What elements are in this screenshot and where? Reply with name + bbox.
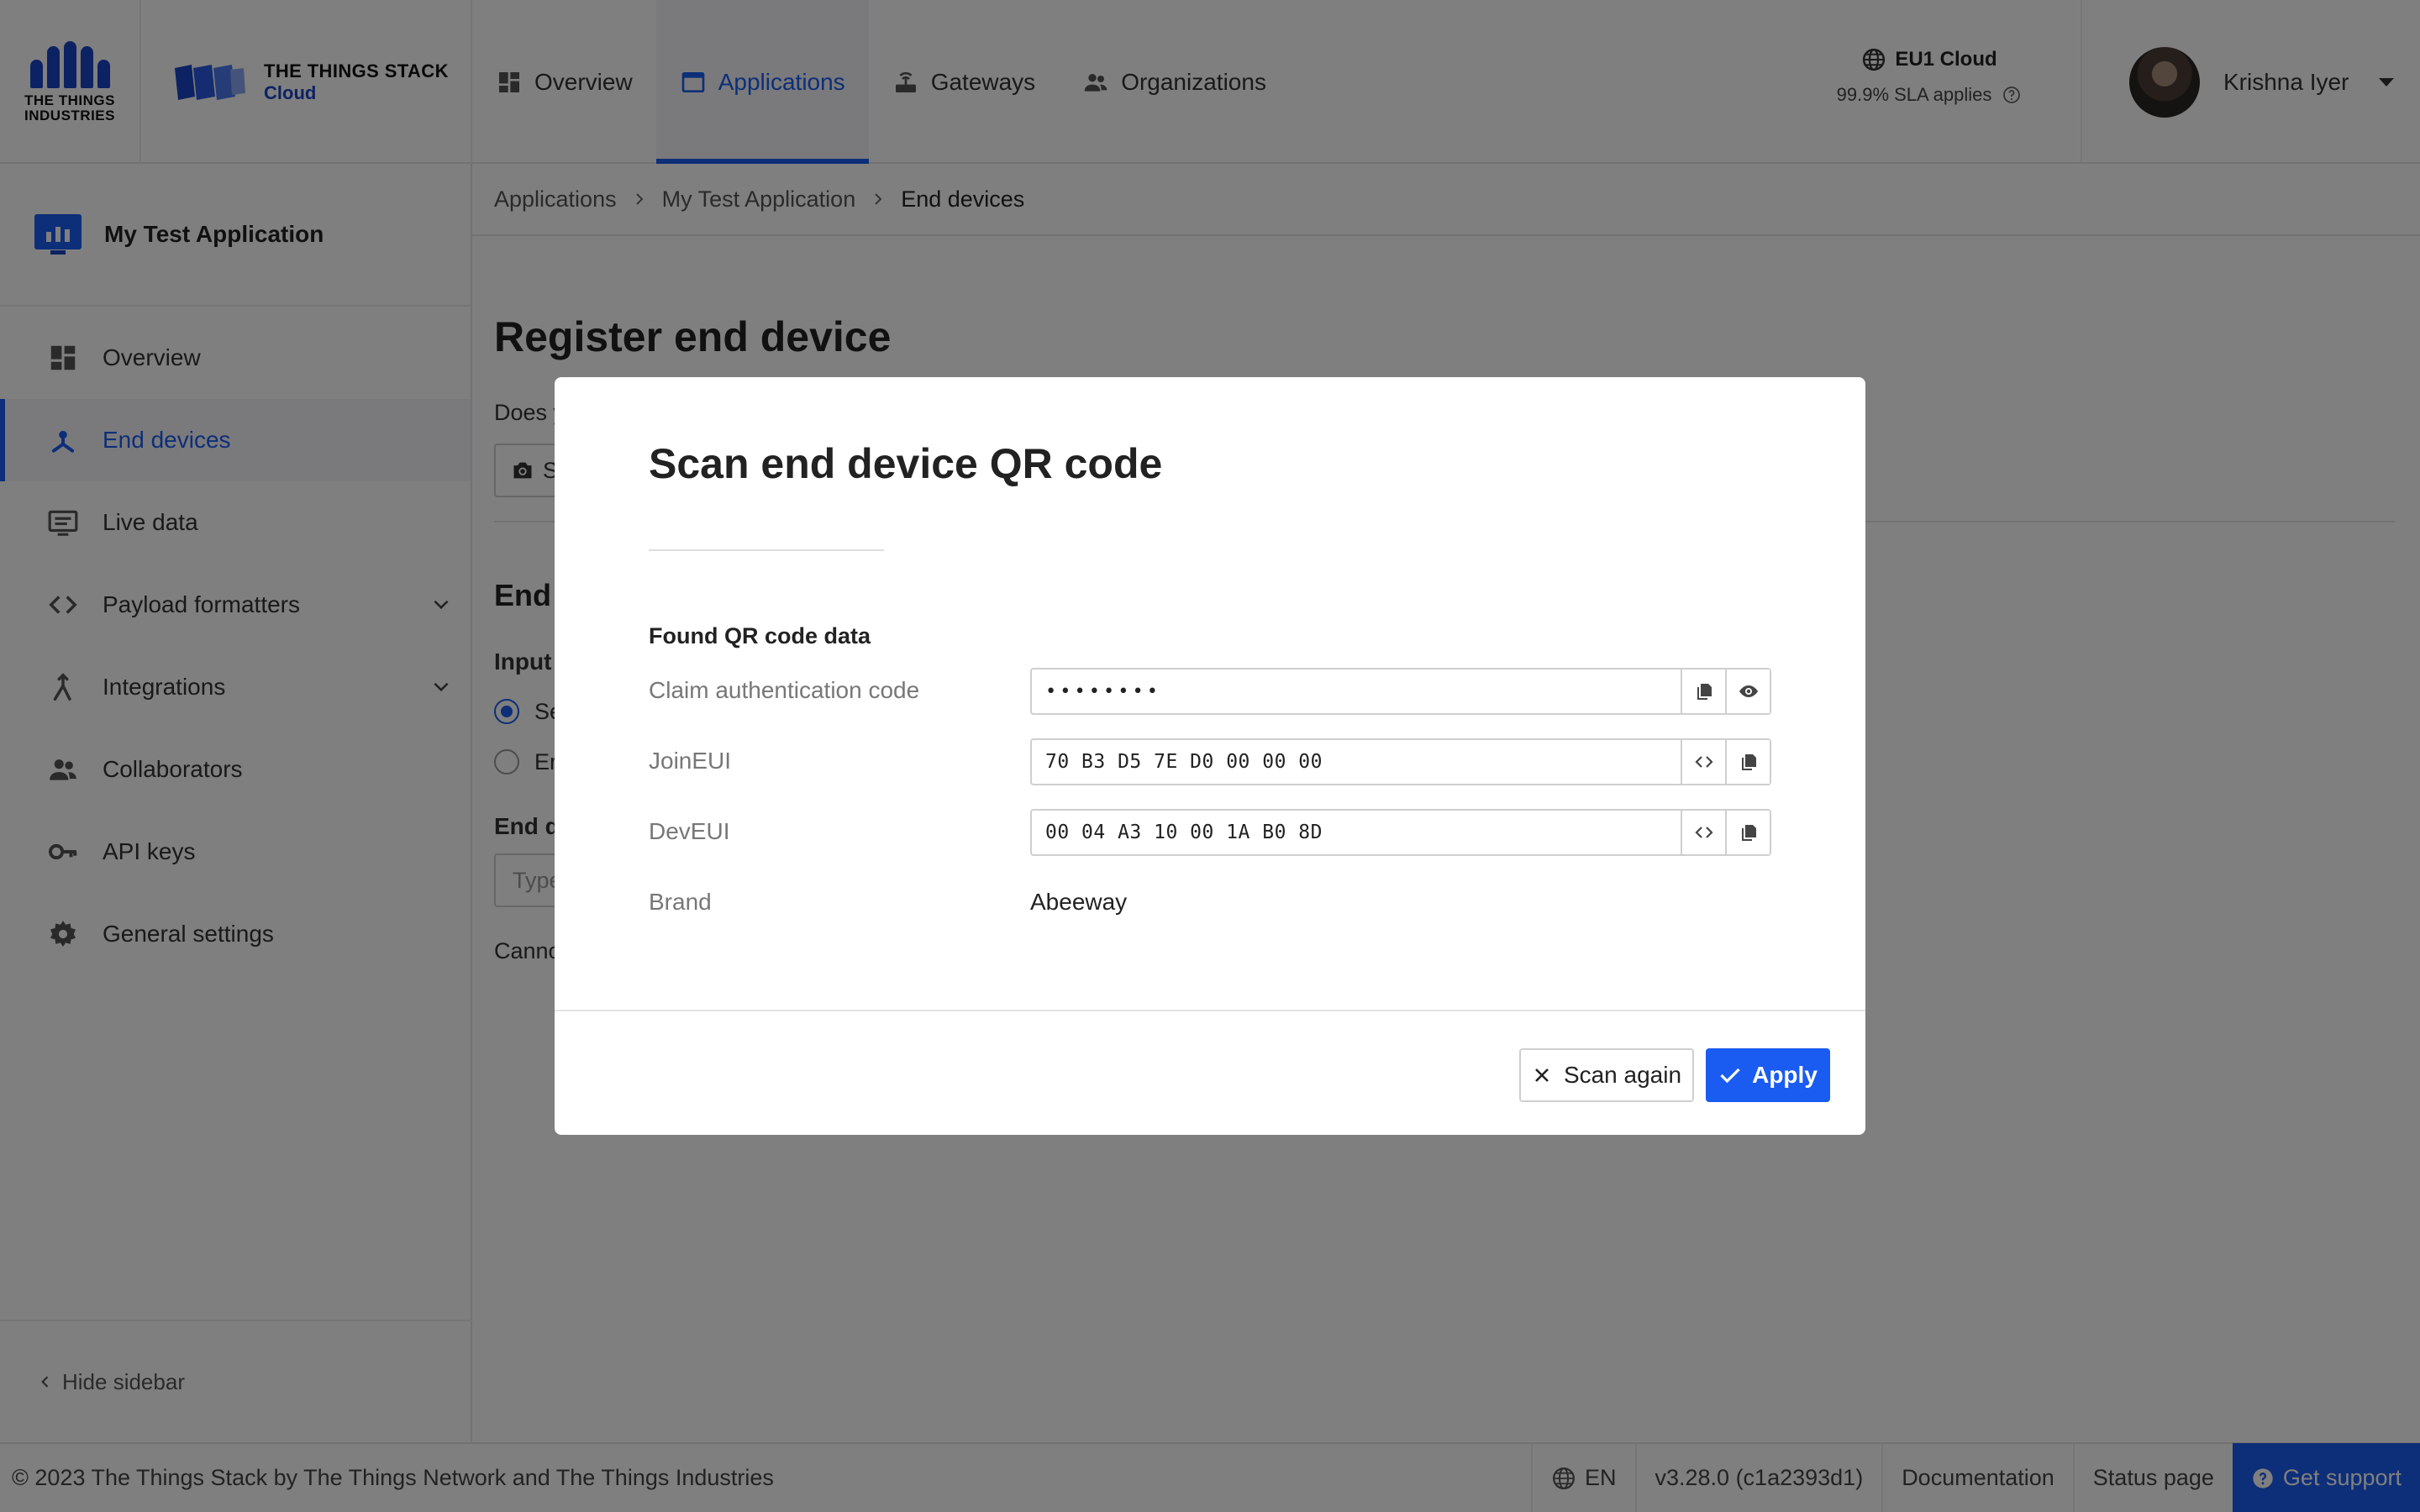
check-icon [1720,1068,1740,1084]
claim-code-label: Claim authentication code [649,677,920,703]
joineui-label: JoinEUI [649,748,732,774]
deveui-value: 00 04 A3 10 00 1A B0 8D [1045,822,1323,843]
copy-deveui-button[interactable] [1725,811,1770,854]
copy-joineui-button[interactable] [1725,740,1770,784]
apply-button[interactable]: Apply [1706,1048,1830,1102]
close-icon [1535,1068,1549,1082]
toggle-joineui-format-button[interactable] [1681,740,1725,784]
claim-code-field[interactable]: •••••••• [1030,668,1771,715]
joineui-field[interactable]: 70 B3 D5 7E D0 00 00 00 [1030,738,1771,785]
scan-again-label: Scan again [1563,1062,1682,1088]
copy-claim-button[interactable] [1681,669,1725,713]
modal-title-rule [649,549,884,551]
modal-title: Scan end device QR code [649,440,1163,487]
found-qr-label: Found QR code data [649,623,871,648]
joineui-value: 70 B3 D5 7E D0 00 00 00 [1045,751,1323,773]
show-claim-button[interactable] [1725,669,1770,713]
eye-icon [1739,685,1758,697]
copy-icon [1741,754,1756,770]
scan-again-button[interactable]: Scan again [1519,1048,1694,1102]
code-icon [1694,827,1713,838]
code-icon [1694,756,1713,768]
scan-qr-modal: Scan end device QR code Found QR code da… [555,377,1865,1135]
deveui-field[interactable]: 00 04 A3 10 00 1A B0 8D [1030,809,1771,856]
apply-label: Apply [1752,1062,1818,1088]
brand-value: Abeeway [1030,889,1128,915]
toggle-deveui-format-button[interactable] [1681,811,1725,854]
brand-label: Brand [649,889,712,915]
copy-icon [1697,684,1712,700]
claim-code-value: •••••••• [1045,680,1161,702]
copy-icon [1741,825,1756,841]
modal-footer-divider [555,1010,1865,1011]
deveui-label: DevEUI [649,818,730,844]
